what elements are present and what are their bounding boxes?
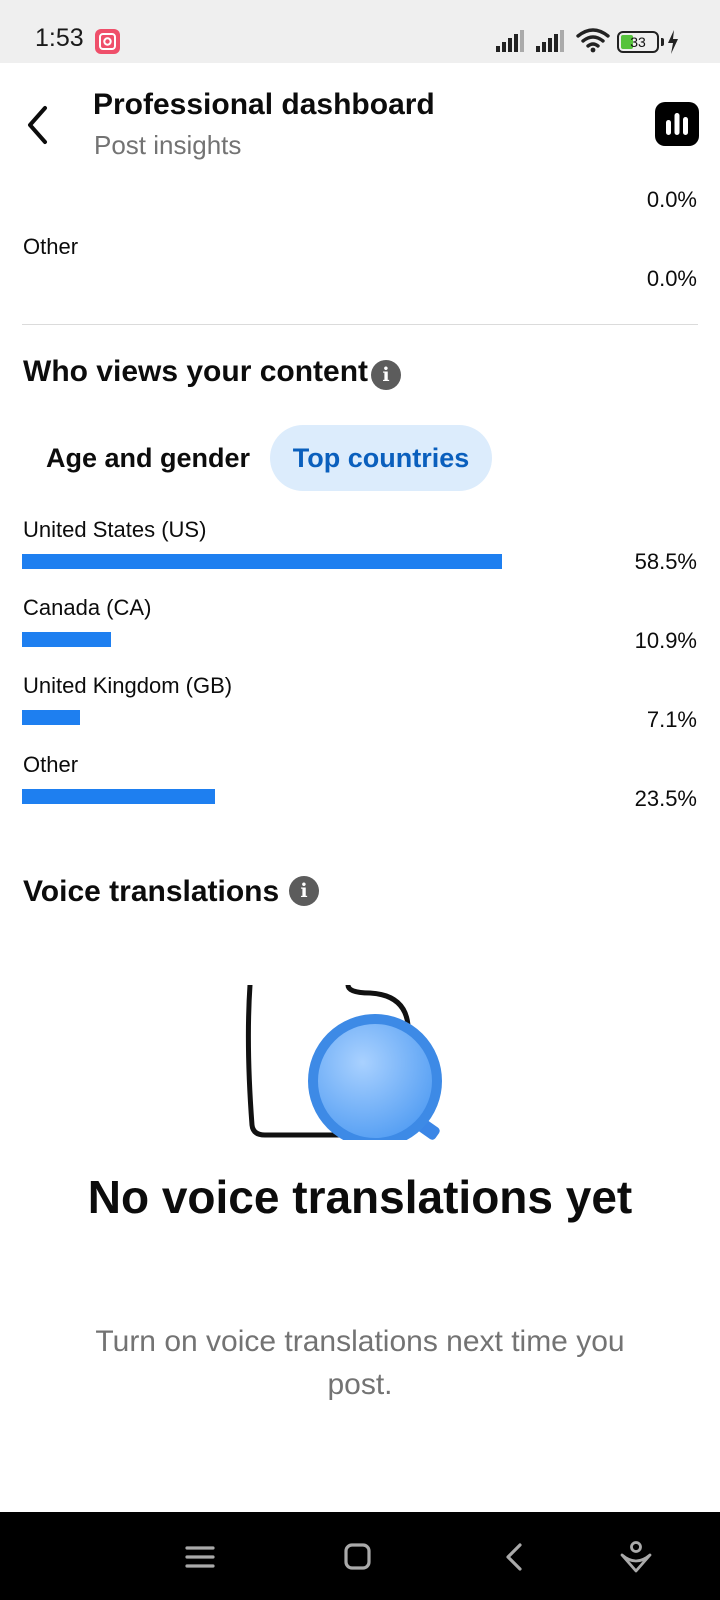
charging-icon [668,30,678,54]
home-square-icon[interactable] [337,1537,377,1577]
country-label: Canada (CA) [23,595,152,620]
country-label: Other [23,752,79,777]
empty-state-description: Turn on voice translations next time you… [95,1325,625,1401]
wifi-icon [576,28,610,53]
country-percent: 58.5% [634,549,697,574]
assistant-icon[interactable] [616,1537,656,1577]
row-percent: 0.0% [646,187,697,212]
country-percent: 7.1% [646,707,697,732]
info-icon[interactable]: i [289,876,319,906]
country-bar [22,554,502,569]
back-icon[interactable] [495,1537,535,1577]
page-subtitle: Post insights [94,130,242,160]
tab-top-countries[interactable]: Top countries [270,425,492,491]
bar-chart-icon [666,113,688,135]
battery-level: 33 [630,34,646,50]
search-empty-illustration [240,985,470,1145]
section-title-voice-translations: Voice translations [23,875,280,908]
battery-tip [661,38,664,46]
country-percent: 10.9% [634,628,697,653]
insights-button[interactable] [655,102,699,146]
row-label: Other [23,234,79,259]
signal-icon [536,30,564,52]
country-bar [22,789,215,804]
country-bar [22,710,80,725]
country-label: United Kingdom (GB) [23,673,233,698]
country-percent: 23.5% [634,786,697,811]
empty-state-title: No voice translations yet [87,1171,633,1223]
row-percent: 0.0% [646,266,697,291]
signal-icon [496,30,524,52]
status-time: 1:53 [35,24,84,52]
country-bar [22,632,111,647]
page-title: Professional dashboard [93,88,435,121]
divider [22,324,698,325]
section-title-audience: Who views your content [23,355,369,388]
menu-icon[interactable] [180,1537,220,1577]
info-icon[interactable]: i [371,360,401,390]
back-button[interactable] [20,100,60,150]
country-label: United States (US) [23,517,207,542]
tab-age-gender[interactable]: Age and gender [22,425,274,491]
battery-icon: 33 [617,31,659,53]
screen-recorder-icon [95,29,120,54]
